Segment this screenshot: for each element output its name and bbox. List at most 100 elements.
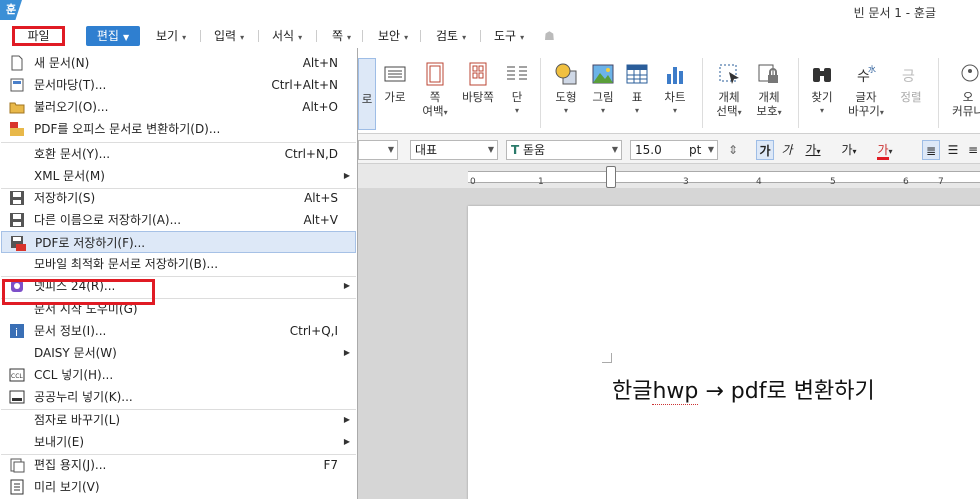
svg-text:水: 水 (868, 64, 876, 74)
menu-xml-document[interactable]: XML 문서(M) ▶ (1, 165, 356, 187)
save-icon (10, 191, 24, 205)
style-dropdown-partial[interactable]: ▼ (358, 140, 398, 160)
people-icon[interactable]: ☗ (544, 26, 555, 46)
ruler-number: 3 (683, 177, 689, 187)
ribbon-divider (938, 58, 939, 128)
font-color-button[interactable]: 가▾ (870, 140, 900, 160)
underline-label: 가 (805, 143, 817, 157)
menu-braille[interactable]: 점자로 바꾸기(L) ▶ (1, 409, 356, 431)
indent-marker[interactable] (606, 166, 616, 188)
menu-save-as[interactable]: 다른 이름으로 저장하기(A)... Alt+V (1, 209, 356, 231)
ribbon-chart-button[interactable]: 차트 ▾ (660, 62, 690, 134)
ribbon-page-margin-sublabel: 여백 (422, 104, 444, 118)
ribbon-page-margin-button[interactable]: 쪽 여백▾ (418, 62, 452, 134)
menu-insert[interactable]: 입력 ▾ (214, 26, 244, 46)
menu-file[interactable]: 파일 (12, 26, 65, 46)
menu-preview[interactable]: 미리 보기(V) (1, 476, 356, 498)
ribbon-replace-button[interactable]: 수水 글자 바꾸기▾ (846, 62, 886, 134)
bold-button[interactable]: 가 (756, 140, 774, 160)
ribbon-object-select-button[interactable]: 개체 선택▾ (712, 62, 746, 134)
ribbon-shape-button[interactable]: 도형 ▾ (552, 62, 580, 134)
ribbon-object-protect-button[interactable]: 개체 보호▾ (752, 62, 786, 134)
menu-save-pdf[interactable]: PDF로 저장하기(F)... (1, 231, 356, 253)
svg-text:i: i (15, 326, 18, 339)
menu-item-label: PDF를 오피스 문서로 변환하기(D)... (34, 122, 221, 136)
menu-review[interactable]: 검토 ▾ (436, 26, 466, 46)
menu-document-template[interactable]: 문서마당(T)... Ctrl+Alt+N (1, 74, 356, 96)
menu-save[interactable]: 저장하기(S) Alt+S (1, 187, 356, 209)
ribbon-replace-sublabel: 바꾸기 (848, 104, 880, 118)
ribbon-picture-label: 그림 (592, 90, 614, 104)
menu-item-label: PDF로 저장하기(F)... (35, 236, 146, 250)
menu-compat-document[interactable]: 호환 문서(Y)... Ctrl+N,D (1, 143, 356, 165)
document-template-icon (10, 78, 24, 92)
ribbon-landscape-label: 가로 (384, 90, 406, 104)
document-text[interactable]: 한글hwp → pdf로 변환하기 (612, 373, 875, 405)
menu-new-document[interactable]: 새 문서(N) Alt+N (1, 52, 356, 74)
menu-divider (362, 30, 363, 42)
menu-ccl-insert[interactable]: CCL CCL 넣기(H)... (1, 364, 356, 386)
format-toolbar: ▼ 대표 ▼ T 돋움 ▼ 15.0 pt ▼ ⇕ 가 가 가▾ 가▾ 가▾ ≣ ☰ ≡ (358, 134, 980, 164)
document-page[interactable]: 한글hwp → pdf로 변환하기 (468, 206, 980, 499)
menu-open[interactable]: 불러오기(O)... Alt+O (1, 96, 356, 118)
menu-page-setup[interactable]: 편집 용지(J)... F7 (1, 454, 356, 476)
bold-label: 가 (759, 144, 771, 158)
chevron-down-icon: ▾ (563, 106, 568, 115)
font-dropdown[interactable]: T 돋움 ▼ (506, 140, 622, 160)
menu-daisy-document[interactable]: DAISY 문서(W) ▶ (1, 342, 356, 364)
menu-pdf-convert[interactable]: PDF를 오피스 문서로 변환하기(D)... (1, 118, 356, 140)
ribbon-replace-label2: 바꾸기▾ (846, 104, 886, 120)
strike-button[interactable]: 가▾ (836, 140, 862, 160)
menu-page-label: 쪽 (332, 29, 344, 43)
chevron-down-icon: ▾ (879, 108, 884, 117)
submenu-arrow-icon: ▶ (343, 281, 350, 290)
menu-security[interactable]: 보안 ▾ (378, 26, 408, 46)
ribbon-columns-button[interactable]: 단 ▾ (504, 62, 530, 134)
underline-button[interactable]: 가▾ (800, 140, 826, 160)
shape-icon (555, 63, 577, 85)
menu-item-shortcut: Alt+S (304, 191, 338, 205)
menu-page[interactable]: 쪽 ▾ (332, 26, 351, 46)
menu-divider (480, 30, 481, 42)
menu-edit[interactable]: 편집 ▼ (86, 26, 140, 46)
submenu-arrow-icon: ▶ (343, 415, 350, 424)
menu-item-label: 저장하기(S) (34, 191, 96, 205)
ribbon-find-button[interactable]: 찾기 ▾ (808, 62, 836, 134)
menu-item-label: 모바일 최적화 문서로 저장하기(B)... (34, 257, 219, 271)
ribbon-sort-label: 정렬 (900, 90, 922, 104)
ribbon-sort-button[interactable]: 긍 정렬 (896, 62, 926, 134)
chevron-down-icon: ▾ (777, 108, 782, 117)
menu-document-info[interactable]: i 문서 정보(I)... Ctrl+Q,I (1, 320, 356, 342)
size-stepper-icon[interactable]: ⇕ (726, 140, 740, 160)
chevron-down-icon: ▼ (487, 145, 494, 154)
new-document-icon (11, 55, 23, 71)
ribbon-toolbar: 로 가로 쪽 여백▾ 바탕쪽 단 ▾ 도형 ▾ 그림 ▾ 표 ▾ 차트 ▾ 개체… (358, 48, 980, 134)
align-justify-icon[interactable]: ≣ (922, 140, 940, 160)
chevron-down-icon: ▾ (182, 33, 187, 42)
style-dropdown[interactable]: 대표 ▼ (410, 140, 498, 160)
svg-text:긍: 긍 (902, 69, 915, 85)
align-center-icon[interactable]: ≡ (966, 140, 980, 160)
ribbon-master-page-button[interactable]: 바탕쪽 (458, 62, 498, 134)
menu-format[interactable]: 서식 ▾ (272, 26, 302, 46)
ribbon-picture-button[interactable]: 그림 ▾ (588, 62, 618, 134)
italic-button[interactable]: 가 (778, 140, 796, 160)
ribbon-community-button[interactable]: 오 커뮤니 (948, 62, 980, 134)
menu-tools[interactable]: 도구 ▾ (494, 26, 524, 46)
menu-save-mobile[interactable]: 모바일 최적화 문서로 저장하기(B)... (1, 253, 356, 275)
menu-send[interactable]: 보내기(E) ▶ (1, 431, 356, 453)
align-left-icon[interactable]: ☰ (944, 140, 962, 160)
title-bar: 훈 빈 문서 1 - 훈글 (0, 0, 980, 24)
menu-item-label: 보내기(E) (34, 435, 85, 449)
menu-item-label: CCL 넣기(H)... (34, 368, 114, 382)
menu-open-license-insert[interactable]: 공공누리 넣기(K)... (1, 386, 356, 408)
ruler-number: 6 (903, 177, 909, 187)
replace-icon: 수水 (857, 64, 876, 85)
ribbon-landscape-button[interactable]: 가로 (380, 62, 410, 134)
menu-view[interactable]: 보기 ▾ (156, 26, 186, 46)
ribbon-partial-label: 로 (361, 92, 373, 106)
menu-item-shortcut: Alt+V (303, 213, 338, 227)
submenu-arrow-icon: ▶ (343, 348, 350, 357)
font-size-dropdown[interactable]: 15.0 pt ▼ (630, 140, 718, 160)
ribbon-table-button[interactable]: 표 ▾ (624, 62, 650, 134)
